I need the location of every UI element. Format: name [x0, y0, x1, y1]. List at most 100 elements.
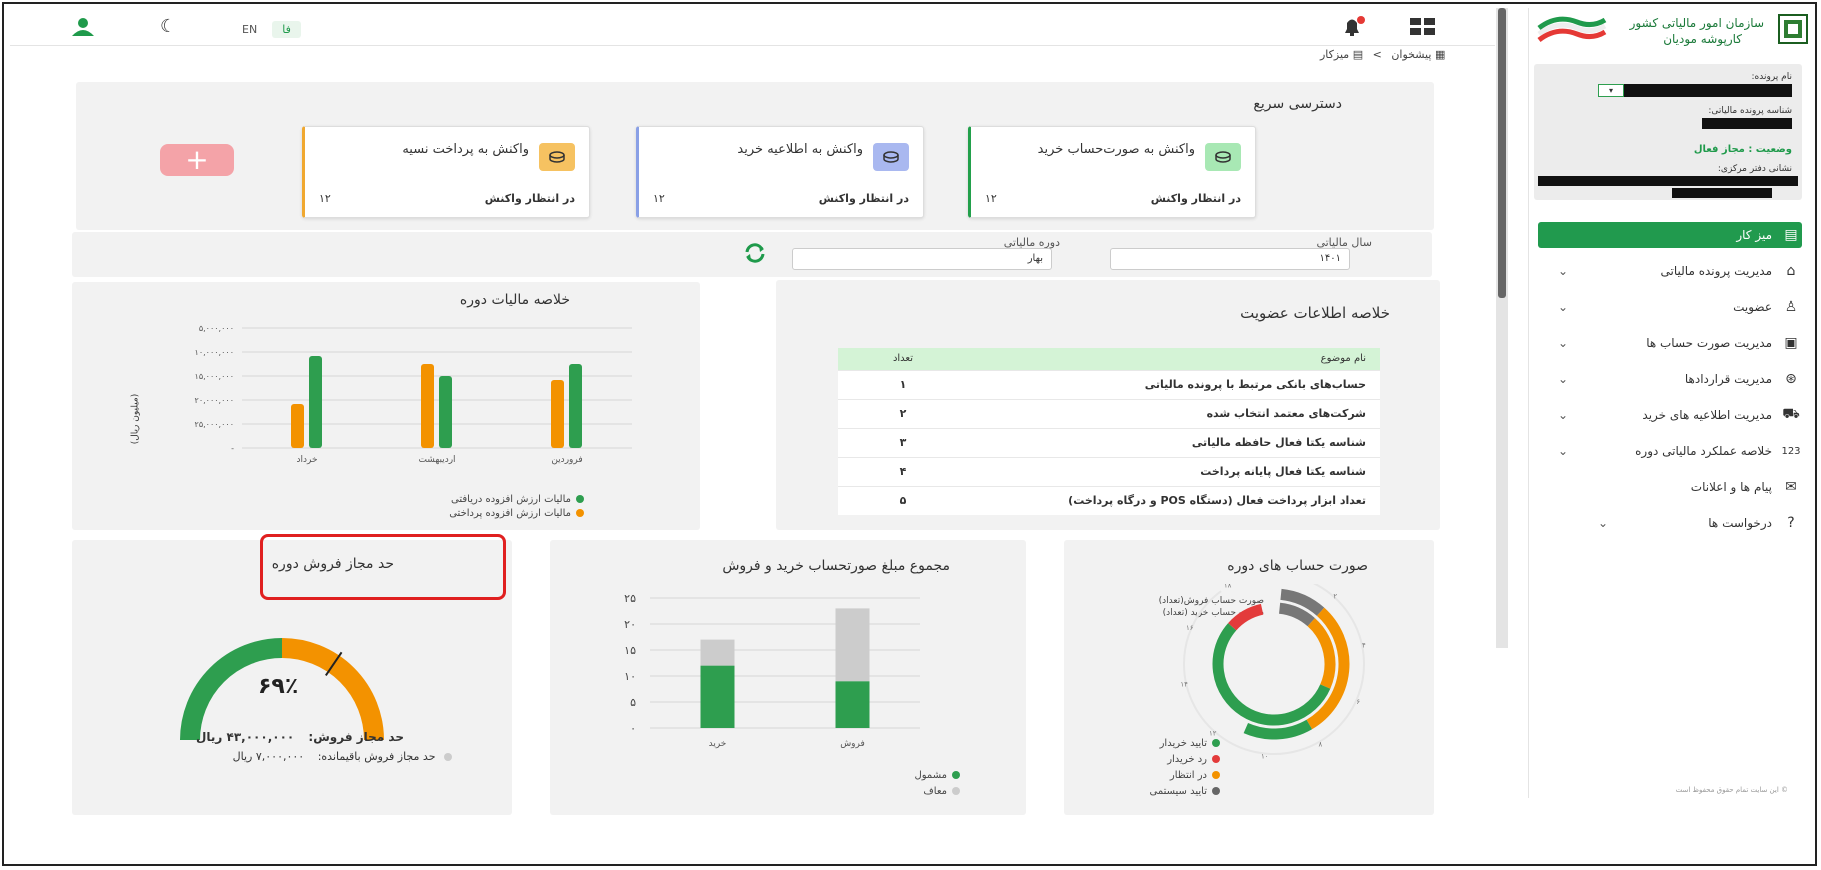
refresh-icon[interactable] [742, 240, 768, 270]
row-count: ۳ [838, 427, 968, 457]
quick-card-purchase-notice-reaction[interactable]: واکنش به اطلاعیه خرید در انتظار واکنش ۱۲ [636, 126, 924, 218]
sidebar-item-desk[interactable]: ▤ میز کار [1538, 222, 1802, 248]
sidebar-item-label: پیام ها و اعلانات [1690, 480, 1772, 494]
row-topic: تعداد ابزار پرداخت فعال (دستگاه POS و در… [968, 485, 1380, 515]
chevron-down-icon: ⌄ [1558, 264, 1569, 278]
quick-card-invoice-reaction[interactable]: واکنش به صورت‌حساب خرید در انتظار واکنش … [968, 126, 1256, 218]
membership-summary-panel: خلاصه اطلاعات عضویت نام موضوع تعداد حساب… [776, 280, 1440, 530]
legend-dot [576, 509, 584, 517]
ring-tick-label: ۱۰ [1261, 753, 1269, 761]
tax-period-select[interactable]: بهار [792, 248, 1052, 270]
y-tick-label: ۱۵ [624, 644, 636, 657]
quick-card-count: ۱۲ [985, 192, 997, 205]
x-tick-label: فروردین [551, 455, 582, 465]
ring-segment [1243, 719, 1313, 740]
desk-icon: ▤ [1784, 227, 1798, 243]
col-count-header: تعداد [838, 348, 968, 370]
ring-tick-label: ۱۴ [1180, 681, 1188, 689]
sidebar-item-label: مدیریت پرونده مالیاتی [1660, 264, 1772, 278]
remaining-label: حد مجاز فروش باقیمانده: [317, 750, 436, 763]
breadcrumb-home-icon: ▦ [1434, 48, 1446, 61]
notification-bell-icon[interactable] [1337, 13, 1367, 43]
bar [551, 380, 564, 448]
sidebar-item-tax-performance[interactable]: 123 خلاصه عملکرد مالیاتی دوره ⌄ [1538, 438, 1802, 464]
file-name-label: نام پرونده: [1751, 72, 1792, 82]
coins-icon [1205, 143, 1241, 171]
bar [421, 364, 434, 448]
x-tick-label: خرداد [296, 455, 317, 465]
sidebar-item-invoices[interactable]: ▣ مدیریت صورت حساب ها ⌄ [1538, 330, 1802, 356]
lang-en-button[interactable]: EN [232, 21, 267, 38]
row-topic: شناسه یکتا فعال حافظه مالیاتی [968, 427, 1380, 457]
tax-id-label: شناسه پرونده مالیاتی: [1708, 106, 1792, 116]
sidebar-item-label: درخواست ها [1708, 516, 1772, 530]
sidebar-item-contracts[interactable]: ⊛ مدیریت قراردادها ⌄ [1538, 366, 1802, 392]
sidebar-item-requests[interactable]: ? درخواست ها ⌄ [1538, 510, 1802, 536]
legend-label: رد خریدار [1167, 754, 1207, 765]
legend-item: در انتظار [1170, 770, 1220, 781]
sidebar-item-membership[interactable]: ♙ عضویت ⌄ [1538, 294, 1802, 320]
sidebar-item-messages[interactable]: ✉ پیام ها و اعلانات [1538, 474, 1802, 500]
redacted-name [1616, 84, 1792, 97]
dark-mode-moon-icon[interactable]: ☾ [160, 16, 176, 37]
col-topic-header: نام موضوع [968, 348, 1380, 370]
sidebar-item-label: میز کار [1736, 228, 1772, 242]
user-icon: ♙ [1784, 299, 1798, 315]
scrollbar-thumb[interactable] [1498, 8, 1506, 298]
org-name: سازمان امور مالیاتی کشور [1629, 16, 1764, 30]
sidebar-item-label: مدیریت اطلاعیه های خرید [1642, 408, 1772, 422]
quick-card-status: در انتظار واکنش [818, 192, 909, 205]
quick-access-title: دسترسی سریع [1253, 96, 1342, 112]
legend-dot [1212, 739, 1220, 747]
portal-name: کارپوشه مودیان [1663, 32, 1742, 46]
legend-label: تایید سیستمی [1149, 786, 1207, 797]
x-tick-label: خرید [709, 739, 727, 749]
y-tick-label: ۱۵,۰۰۰,۰۰۰ [195, 372, 234, 381]
sidebar-item-label: عضویت [1733, 300, 1772, 314]
ring-tick-label: ۲ [1333, 592, 1337, 600]
quick-card-count: ۱۲ [653, 192, 665, 205]
bar [569, 364, 582, 448]
membership-table: نام موضوع تعداد حساب‌های بانکی مرتبط با … [838, 348, 1380, 515]
lang-fa-button[interactable]: فا [272, 21, 301, 38]
scrollbar-track[interactable] [1496, 8, 1508, 648]
row-count: ۵ [838, 485, 968, 515]
add-quick-access-button[interactable]: + [160, 144, 234, 176]
remaining-value: ۷,۰۰۰,۰۰۰ ریال [232, 750, 305, 763]
sum-invoices-title: مجموع مبلغ صورتحساب خرید و فروش [722, 558, 950, 574]
legend-dot [1212, 771, 1220, 779]
y-tick-label: - [231, 444, 234, 453]
tax-year-select[interactable]: ۱۴۰۱ [1110, 248, 1350, 270]
message-icon: ✉ [1785, 479, 1797, 495]
copyright-text: © این سایت تمام حقوق محفوظ است [1675, 786, 1788, 794]
limit-value: ۴۳,۰۰۰,۰۰۰ ریال [196, 730, 295, 744]
table-row: شناسه یکتا فعال حافظه مالیاتی ۳ [838, 427, 1380, 457]
quick-card-count: ۱۲ [319, 192, 331, 205]
y-tick-label: ۲۰,۰۰۰,۰۰۰ [195, 396, 234, 405]
table-row: شناسه یکتا فعال پایانه پرداخت ۴ [838, 456, 1380, 486]
redacted-address-2 [1672, 188, 1772, 198]
quick-card-status: در انتظار واکنش [1150, 192, 1241, 205]
breadcrumb-home[interactable]: پیشخوان [1391, 48, 1431, 61]
apps-grid-icon[interactable] [1410, 18, 1436, 40]
sidebar-item-tax-file[interactable]: ⌂ مدیریت پرونده مالیاتی ⌄ [1538, 258, 1802, 284]
quick-card-title: واکنش به اطلاعیه خرید [737, 142, 863, 157]
ring-tick-label: ۱۲ [1209, 730, 1217, 738]
redacted-address-1 [1538, 176, 1798, 186]
sidebar-item-label: مدیریت قراردادها [1684, 372, 1772, 386]
sales-limit-title: حد مجاز فروش دوره [271, 556, 394, 572]
membership-summary-title: خلاصه اطلاعات عضویت [1240, 304, 1390, 322]
legend-received: مالیات ارزش افزوده دریافتی [451, 494, 584, 505]
breadcrumb-desk-icon: ▤ [1352, 48, 1364, 61]
ring-track [1183, 584, 1365, 755]
table-row: حساب‌های بانکی مرتبط با پرونده مالیاتی ۱ [838, 369, 1380, 399]
quick-card-credit-payment-reaction[interactable]: واکنش به پرداخت نسیه در انتظار واکنش ۱۲ [302, 126, 590, 218]
language-switch: EN فا [232, 18, 301, 38]
y-tick-label: ۵,۰۰۰,۰۰۰ [199, 324, 234, 333]
bar [439, 376, 452, 448]
table-row: شرکت‌های معتمد انتخاب شده ۲ [838, 398, 1380, 428]
x-tick-label: اردیبهشت [418, 455, 455, 465]
file-select-dropdown[interactable]: ▾ [1598, 84, 1624, 97]
sidebar-item-purchase-notices[interactable]: ⛟ مدیریت اطلاعیه های خرید ⌄ [1538, 402, 1802, 428]
user-icon[interactable] [70, 16, 96, 42]
